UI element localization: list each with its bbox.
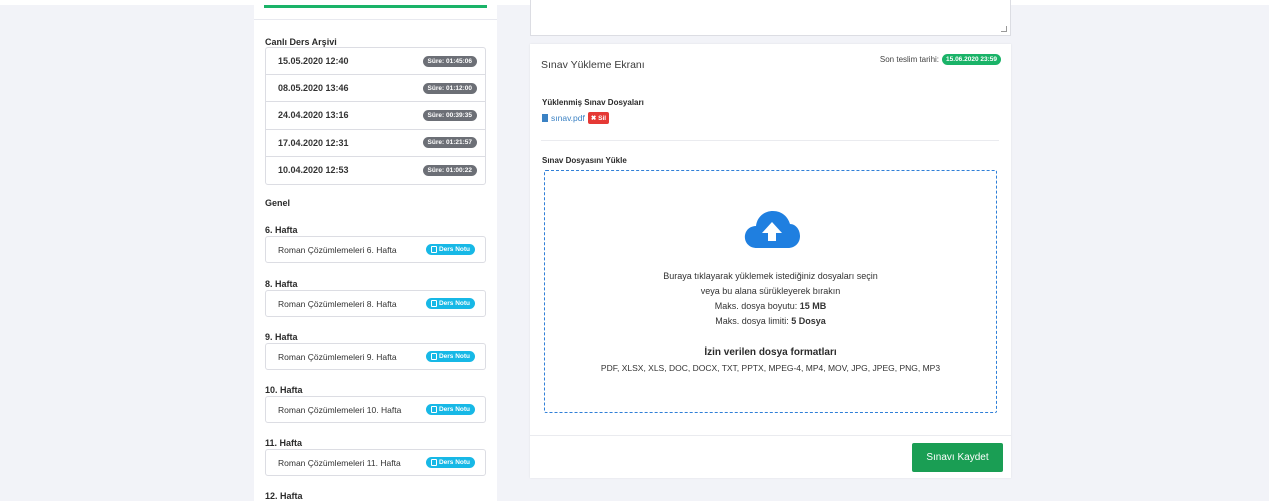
max-count-label: Maks. dosya limiti: (715, 316, 789, 326)
save-exam-button[interactable]: Sınavı Kaydet (912, 443, 1003, 472)
document-icon (430, 459, 437, 466)
document-icon (430, 353, 437, 360)
file-dropzone[interactable]: Buraya tıklayarak yüklemek istediğiniz d… (544, 170, 997, 413)
week-label: Roman Çözümlemeleri 6. Hafta (278, 244, 397, 255)
week-title: 10. Hafta (265, 385, 303, 395)
archive-date: 15.05.2020 12:40 (278, 56, 349, 67)
max-size-label: Maks. dosya boyutu: (714, 301, 798, 311)
upload-heading: Sınav Dosyasını Yükle (542, 156, 627, 165)
panel-title: Sınav Yükleme Ekranı (541, 59, 645, 71)
document-icon (430, 406, 437, 413)
general-heading: Genel (265, 198, 291, 208)
week-title: 8. Hafta (265, 279, 298, 289)
deadline-badge: 15.06.2020 23:59 (942, 54, 1001, 65)
lecture-note-label: Ders Notu (438, 459, 470, 466)
file-link[interactable]: sınav.pdf (551, 113, 585, 123)
allowed-formats: PDF, XLSX, XLS, DOC, DOCX, TXT, PPTX, MP… (600, 363, 941, 373)
lecture-note-button[interactable]: Ders Notu (425, 298, 475, 309)
lecture-note-label: Ders Notu (438, 300, 470, 307)
course-sidebar: Canlı Ders Arşivi 15.05.2020 12:40 Süre:… (254, 5, 497, 501)
lecture-note-button[interactable]: Ders Notu (425, 244, 475, 255)
week-label: Roman Çözümlemeleri 11. Hafta (278, 457, 401, 468)
duration-badge: Süre: 01:12:00 (422, 82, 477, 94)
archive-date: 17.04.2020 12:31 (278, 137, 349, 148)
week-title: 12. Hafta (265, 491, 303, 501)
document-icon (430, 300, 437, 307)
file-icon (542, 114, 548, 122)
week-item[interactable]: Roman Çözümlemeleri 9. Hafta Ders Notu (265, 343, 486, 370)
max-count-value: 5 Dosya (791, 316, 826, 326)
week-label: Roman Çözümlemeleri 10. Hafta (278, 404, 402, 415)
archive-date: 24.04.2020 13:16 (278, 110, 349, 121)
week-title: 9. Hafta (265, 332, 298, 342)
week-item[interactable]: Roman Çözümlemeleri 6. Hafta Ders Notu (265, 236, 486, 263)
archive-list: 15.05.2020 12:40 Süre: 01:45:06 08.05.20… (265, 47, 486, 185)
week-title: 6. Hafta (265, 225, 298, 235)
week-item[interactable]: Roman Çözümlemeleri 11. Hafta Ders Notu (265, 449, 486, 476)
sidebar-divider (254, 19, 497, 20)
archive-item[interactable]: 24.04.2020 13:16 Süre: 00:39:35 (266, 102, 485, 130)
dropzone-instruction: Buraya tıklayarak yüklemek istediğiniz d… (663, 271, 878, 281)
lecture-note-button[interactable]: Ders Notu (425, 457, 475, 468)
max-size: Maks. dosya boyutu: 15 MB (545, 301, 996, 311)
week-item[interactable]: Roman Çözümlemeleri 8. Hafta Ders Notu (265, 290, 486, 317)
lecture-note-label: Ders Notu (438, 406, 470, 413)
archive-date: 10.04.2020 12:53 (278, 165, 349, 176)
max-count: Maks. dosya limiti: 5 Dosya (545, 316, 996, 326)
allowed-formats-heading: İzin verilen dosya formatları (704, 347, 837, 358)
archive-item[interactable]: 15.05.2020 12:40 Süre: 01:45:06 (266, 48, 485, 76)
uploaded-file: sınav.pdf ✖ Sil (542, 112, 610, 124)
archive-item[interactable]: 10.04.2020 12:53 Süre: 01:00:22 (266, 157, 485, 184)
archive-item[interactable]: 17.04.2020 12:31 Süre: 01:21:57 (266, 130, 485, 157)
exam-upload-panel: Sınav Yükleme Ekranı Son teslim tarihi: … (530, 44, 1011, 478)
lecture-note-label: Ders Notu (438, 353, 470, 360)
week-label: Roman Çözümlemeleri 9. Hafta (278, 351, 397, 362)
duration-badge: Süre: 01:00:22 (422, 164, 477, 176)
document-icon (430, 246, 437, 253)
week-title: 11. Hafta (265, 438, 303, 448)
lecture-note-button[interactable]: Ders Notu (425, 351, 475, 362)
max-size-value: 15 MB (799, 301, 827, 311)
duration-badge: Süre: 01:21:57 (422, 137, 477, 149)
lecture-note-label: Ders Notu (438, 246, 470, 253)
duration-badge: Süre: 01:45:06 (422, 55, 477, 67)
delete-file-button[interactable]: ✖ Sil (587, 112, 610, 124)
duration-badge: Süre: 00:39:35 (422, 109, 477, 121)
description-textarea[interactable] (530, 0, 1011, 36)
week-label: Roman Çözümlemeleri 8. Hafta (278, 298, 397, 309)
archive-heading: Canlı Ders Arşivi (265, 37, 337, 47)
deadline: Son teslim tarihi: 15.06.2020 23:59 (880, 54, 1001, 65)
footer-divider (530, 435, 1011, 436)
divider (541, 140, 999, 141)
archive-item[interactable]: 08.05.2020 13:46 Süre: 01:12:00 (266, 75, 485, 103)
resize-grip-icon[interactable] (1001, 26, 1007, 32)
uploaded-files-heading: Yüklenmiş Sınav Dosyaları (542, 98, 644, 107)
week-item[interactable]: Roman Çözümlemeleri 10. Hafta Ders Notu (265, 396, 486, 423)
archive-date: 08.05.2020 13:46 (278, 83, 349, 94)
dropzone-instruction-2: veya bu alana sürükleyerek bırakın (700, 286, 841, 296)
cloud-upload-icon (744, 211, 800, 248)
lecture-note-button[interactable]: Ders Notu (425, 404, 475, 415)
active-indicator (264, 5, 487, 8)
deadline-label: Son teslim tarihi: (879, 55, 940, 64)
